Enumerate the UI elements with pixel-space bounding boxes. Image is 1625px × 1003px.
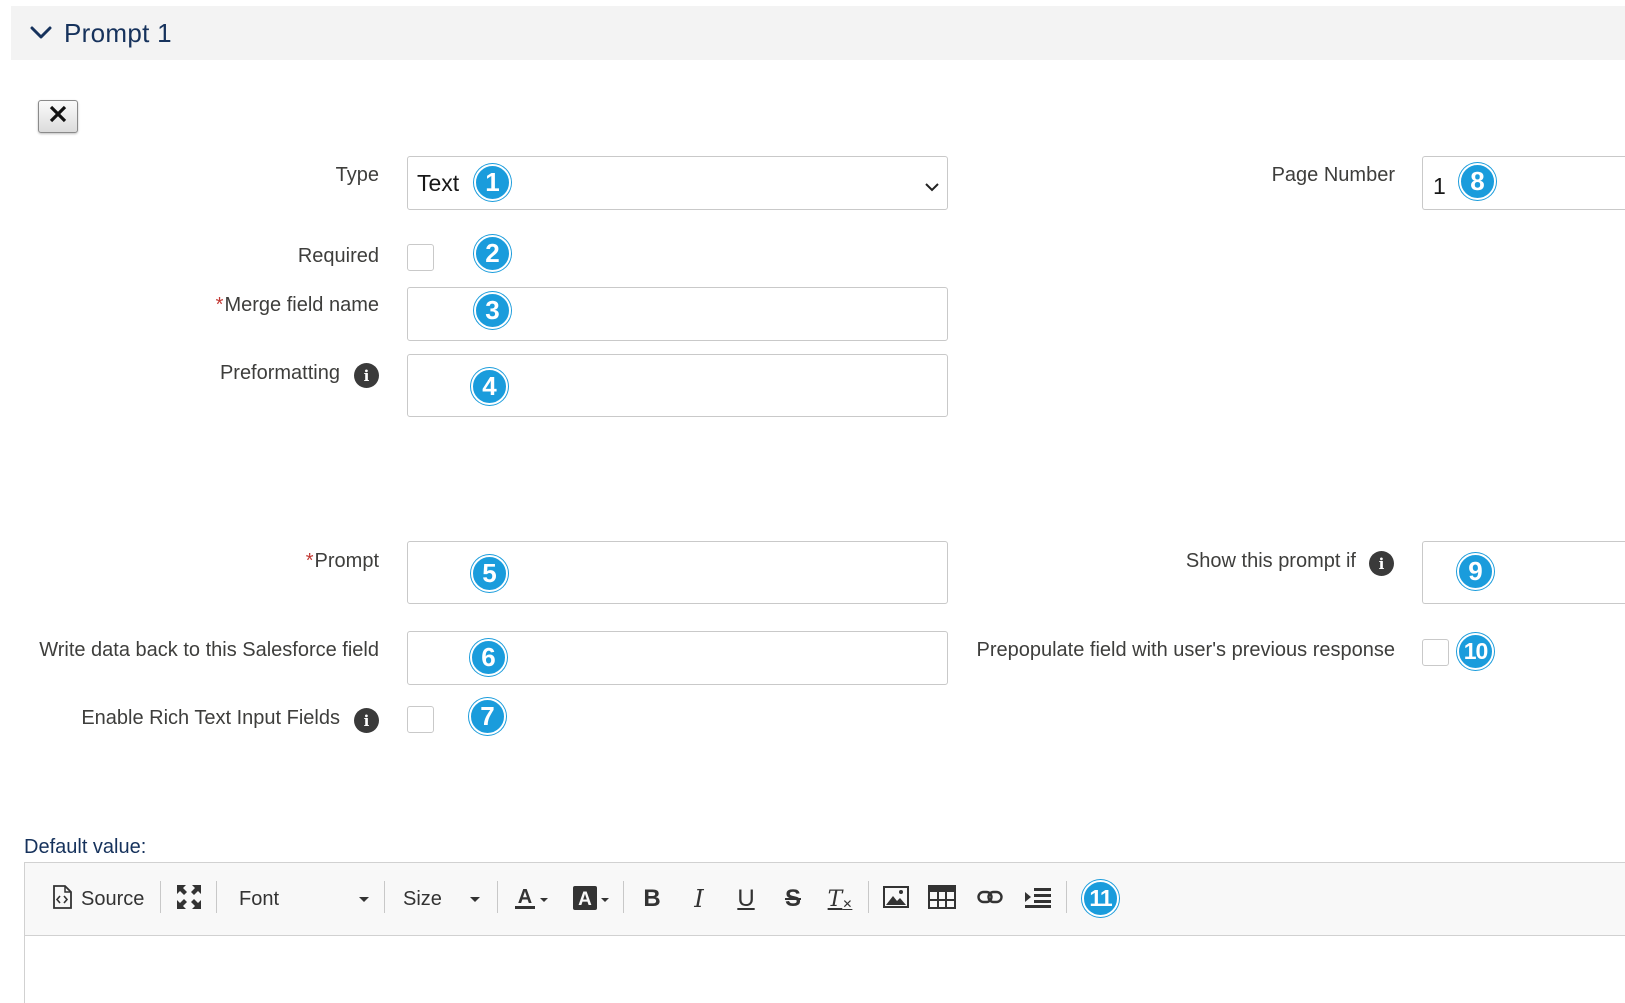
- dropdown-arrow-icon: [539, 898, 548, 902]
- required-label: Required: [297, 245, 379, 267]
- section-title: Prompt 1: [64, 17, 172, 48]
- prompt-label-text: Prompt: [314, 550, 379, 572]
- info-icon[interactable]: i: [354, 363, 379, 388]
- indent-icon: [1024, 886, 1052, 913]
- underline-button[interactable]: U: [731, 883, 761, 915]
- type-select-value: Text: [417, 169, 460, 196]
- chevron-down-icon[interactable]: [28, 20, 54, 46]
- bold-icon: B: [643, 885, 661, 912]
- dropdown-arrow-icon: [470, 896, 480, 902]
- remove-prompt-button[interactable]: [38, 100, 78, 133]
- italic-button[interactable]: I: [684, 883, 714, 915]
- type-label: Type: [335, 164, 379, 186]
- default-value-label: Default value:: [24, 836, 147, 858]
- enable-rich-text-checkbox[interactable]: [407, 706, 434, 733]
- prepopulate-checkbox[interactable]: [1422, 639, 1449, 666]
- editor-toolbar: Source Font Size A A B I U S T ✕ 11: [25, 863, 1625, 936]
- step-badge-9: 9: [1457, 553, 1494, 590]
- enable-rich-text-label: Enable Rich Text Input Fields: [81, 707, 340, 729]
- underline-icon: U: [737, 885, 755, 912]
- dropdown-arrow-icon: [600, 898, 609, 902]
- preformatting-label: Preformatting: [219, 362, 340, 384]
- step-badge-3: 3: [474, 292, 511, 329]
- merge-field-name-label: *Merge field name: [216, 294, 379, 317]
- remove-format-x-icon: ✕: [842, 897, 853, 911]
- required-marker: *: [305, 550, 314, 572]
- toolbar-separator: [216, 881, 217, 913]
- prompt-label: *Prompt: [306, 550, 379, 573]
- step-badge-1: 1: [474, 164, 511, 201]
- step-badge-2: 2: [474, 235, 511, 272]
- page-number-label: Page Number: [1271, 164, 1395, 186]
- page-number-value: 1: [1433, 173, 1446, 199]
- bold-button[interactable]: B: [637, 883, 667, 915]
- source-button[interactable]: Source: [51, 884, 145, 914]
- toolbar-separator: [623, 881, 624, 913]
- dropdown-arrow-icon: [359, 896, 369, 902]
- strikethrough-icon: S: [784, 885, 801, 912]
- size-dropdown[interactable]: Size: [391, 883, 486, 915]
- maximize-button[interactable]: [175, 884, 203, 915]
- required-marker: *: [215, 294, 224, 316]
- step-badge-8: 8: [1459, 163, 1496, 200]
- toolbar-separator: [497, 881, 498, 913]
- insert-link-button[interactable]: [975, 885, 1005, 913]
- default-value-editor[interactable]: Source Font Size A A B I U S T ✕ 11: [24, 862, 1625, 1003]
- step-badge-7: 7: [469, 698, 506, 735]
- size-dropdown-label: Size: [403, 887, 442, 910]
- maximize-icon: [176, 884, 202, 915]
- step-badge-5: 5: [471, 555, 508, 592]
- table-icon: [928, 884, 956, 914]
- write-back-label: Write data back to this Salesforce field: [39, 639, 379, 661]
- image-icon: [883, 885, 909, 913]
- info-icon[interactable]: i: [354, 708, 379, 733]
- page-number-input[interactable]: 1: [1422, 156, 1625, 210]
- indent-button[interactable]: [1022, 885, 1054, 913]
- toolbar-separator: [160, 881, 161, 913]
- svg-text:A: A: [517, 886, 531, 908]
- step-badge-11: 11: [1082, 880, 1119, 917]
- italic-icon: I: [694, 885, 704, 913]
- step-badge-6: 6: [470, 639, 507, 676]
- prepopulate-label: Prepopulate field with user's previous r…: [976, 639, 1396, 661]
- font-dropdown-label: Font: [239, 887, 280, 910]
- toolbar-separator: [1066, 881, 1067, 913]
- insert-table-button[interactable]: [927, 884, 957, 914]
- chevron-down-icon: [923, 172, 941, 199]
- step-badge-4: 4: [471, 368, 508, 405]
- show-prompt-if-label: Show this prompt if: [1185, 550, 1356, 572]
- background-color-icon: A: [572, 885, 598, 916]
- close-icon: [48, 104, 68, 129]
- merge-field-name-label-text: Merge field name: [224, 294, 379, 316]
- section-header[interactable]: Prompt 1: [11, 6, 1625, 60]
- strikethrough-button[interactable]: S: [778, 883, 808, 915]
- show-prompt-if-input[interactable]: [1422, 541, 1625, 604]
- required-checkbox[interactable]: [407, 244, 434, 271]
- insert-image-button[interactable]: [881, 885, 911, 913]
- toolbar-separator: [868, 881, 869, 913]
- text-color-icon: A: [513, 885, 537, 916]
- link-icon: [977, 889, 1003, 910]
- text-color-button[interactable]: A: [510, 885, 550, 915]
- step-badge-10: 10: [1457, 633, 1494, 670]
- font-dropdown[interactable]: Font: [227, 883, 375, 915]
- remove-format-icon: T: [827, 886, 843, 912]
- source-icon: [51, 884, 73, 914]
- background-color-button[interactable]: A: [569, 885, 611, 915]
- toolbar-separator: [384, 881, 385, 913]
- source-label: Source: [81, 887, 145, 910]
- remove-format-button[interactable]: T ✕: [825, 883, 855, 915]
- svg-text:A: A: [578, 889, 592, 910]
- info-icon[interactable]: i: [1369, 551, 1394, 576]
